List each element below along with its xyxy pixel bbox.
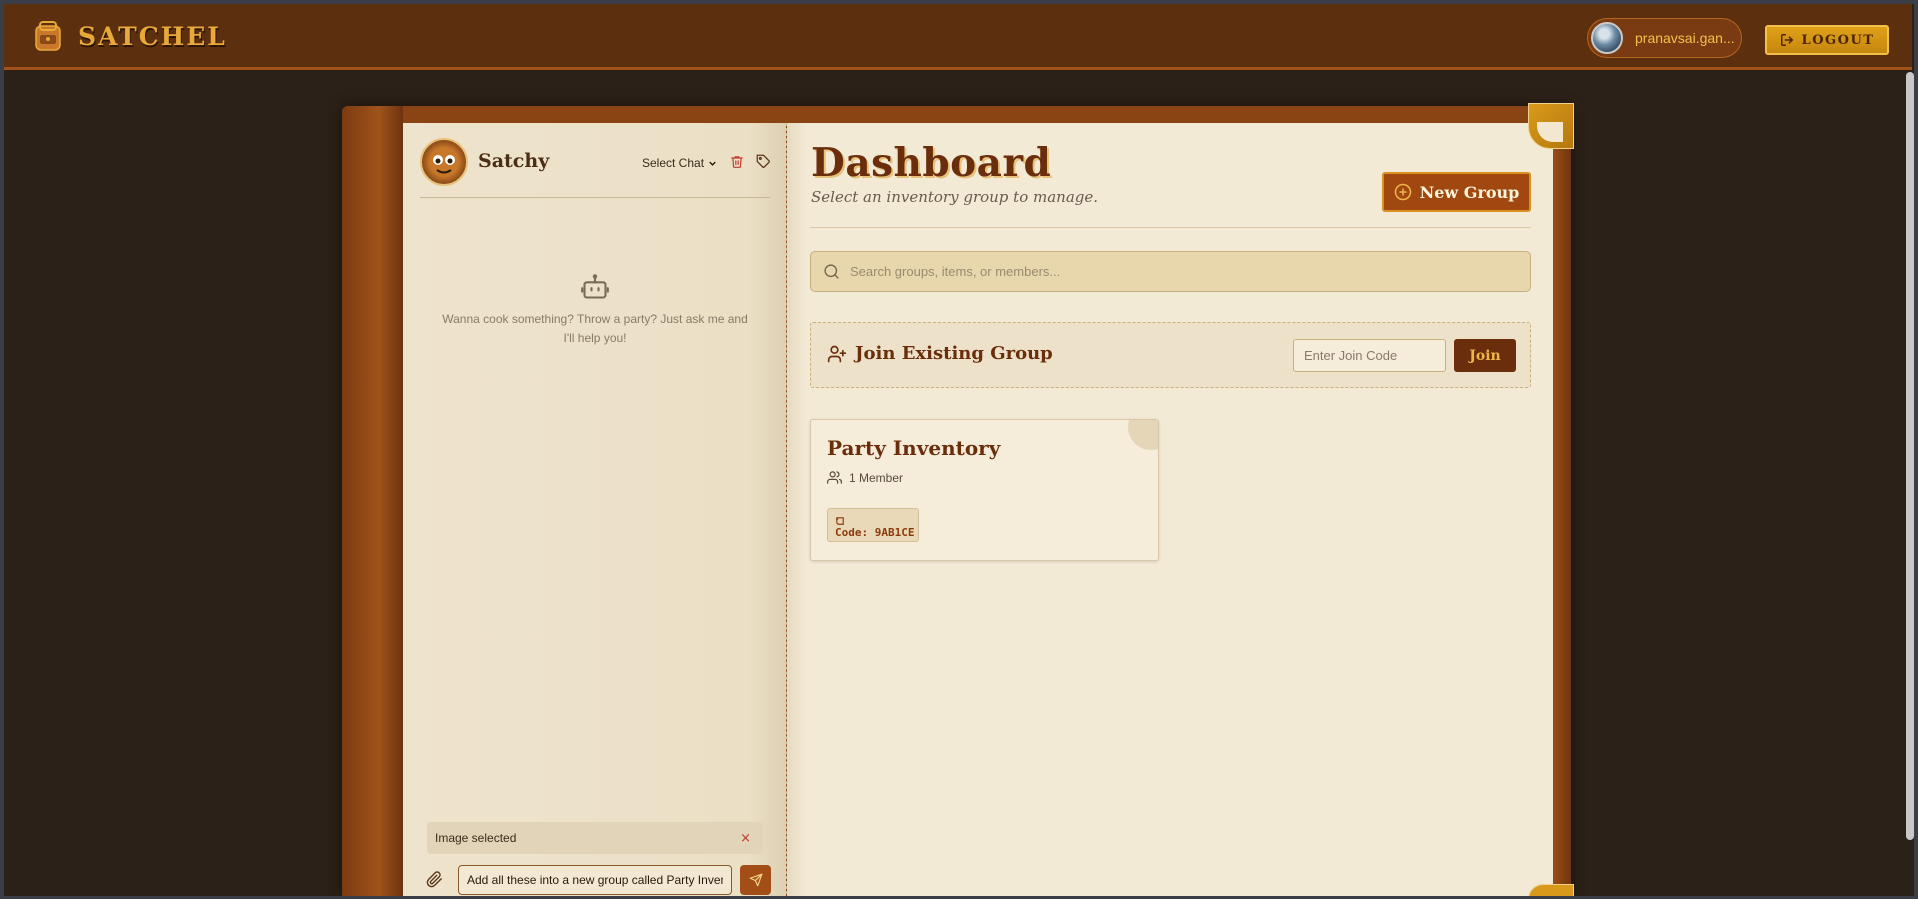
send-icon xyxy=(749,873,762,887)
bot-mascot-icon xyxy=(433,155,455,174)
chat-header: Satchy Select Chat xyxy=(420,138,770,198)
logout-icon xyxy=(1780,34,1793,46)
join-title: Join Existing Group xyxy=(827,343,1053,364)
join-code-input[interactable] xyxy=(1293,339,1446,372)
select-chat-dropdown[interactable]: Select Chat xyxy=(642,156,718,170)
users-icon xyxy=(827,471,842,484)
join-button[interactable]: Join xyxy=(1454,339,1516,372)
search-icon xyxy=(824,264,839,279)
join-code-text: Code: 9AB1CE xyxy=(835,526,915,539)
join-title-label: Join Existing Group xyxy=(855,343,1053,364)
user-plus-icon xyxy=(827,345,847,362)
book-corner-bottom xyxy=(1528,884,1574,899)
chat-message-input[interactable] xyxy=(458,865,732,895)
search-input[interactable] xyxy=(850,264,1490,279)
group-members: 1 Member xyxy=(827,470,903,485)
page-subtitle: Select an inventory group to manage. xyxy=(811,188,1099,206)
brand[interactable]: SATCHEL xyxy=(30,20,227,52)
tag-icon[interactable] xyxy=(756,154,771,169)
attachment-label: Image selected xyxy=(435,831,517,845)
chat-panel xyxy=(403,123,786,899)
send-button[interactable] xyxy=(740,865,771,895)
brand-name: SATCHEL xyxy=(78,21,227,51)
new-group-label: New Group xyxy=(1419,182,1520,202)
divider xyxy=(810,227,1531,228)
group-card[interactable]: Party Inventory 1 Member Code: 9AB1CE xyxy=(810,419,1159,561)
scrollbar[interactable] xyxy=(1906,72,1914,840)
card-corner-decoration xyxy=(1128,420,1158,450)
member-count: 1 Member xyxy=(849,470,904,485)
book-spine-left xyxy=(342,106,403,899)
bot-name: Satchy xyxy=(478,150,550,172)
trash-icon[interactable] xyxy=(730,154,744,169)
user-name: pranavsai.gan... xyxy=(1635,30,1735,46)
join-group-card: Join Existing Group Join xyxy=(810,322,1531,388)
backpack-icon xyxy=(35,21,61,51)
search-bar[interactable] xyxy=(810,251,1531,292)
top-nav: SATCHEL pranavsai.gan... LOGOUT xyxy=(4,4,1912,70)
bot-icon xyxy=(581,274,609,299)
logout-button[interactable]: LOGOUT xyxy=(1765,25,1889,55)
avatar xyxy=(1591,22,1623,54)
user-menu[interactable]: pranavsai.gan... xyxy=(1587,18,1742,58)
page-title: Dashboard xyxy=(811,140,1052,186)
group-name: Party Inventory xyxy=(827,436,1001,460)
new-group-button[interactable]: New Group xyxy=(1382,172,1531,212)
paperclip-icon[interactable] xyxy=(426,871,443,888)
bot-avatar xyxy=(420,138,468,186)
attachment-preview: Image selected × xyxy=(427,822,763,854)
remove-attachment-button[interactable]: × xyxy=(740,831,751,846)
book-spine-right xyxy=(1553,106,1571,899)
logout-label: LOGOUT xyxy=(1801,32,1875,48)
chat-empty-message: Wanna cook something? Throw a party? Jus… xyxy=(442,312,748,345)
book-corner-top xyxy=(1528,103,1574,149)
chevron-down-icon xyxy=(709,161,716,166)
plus-circle-icon xyxy=(1394,183,1411,201)
select-chat-label: Select Chat xyxy=(642,156,705,170)
join-code-badge: Code: 9AB1CE xyxy=(827,508,919,542)
